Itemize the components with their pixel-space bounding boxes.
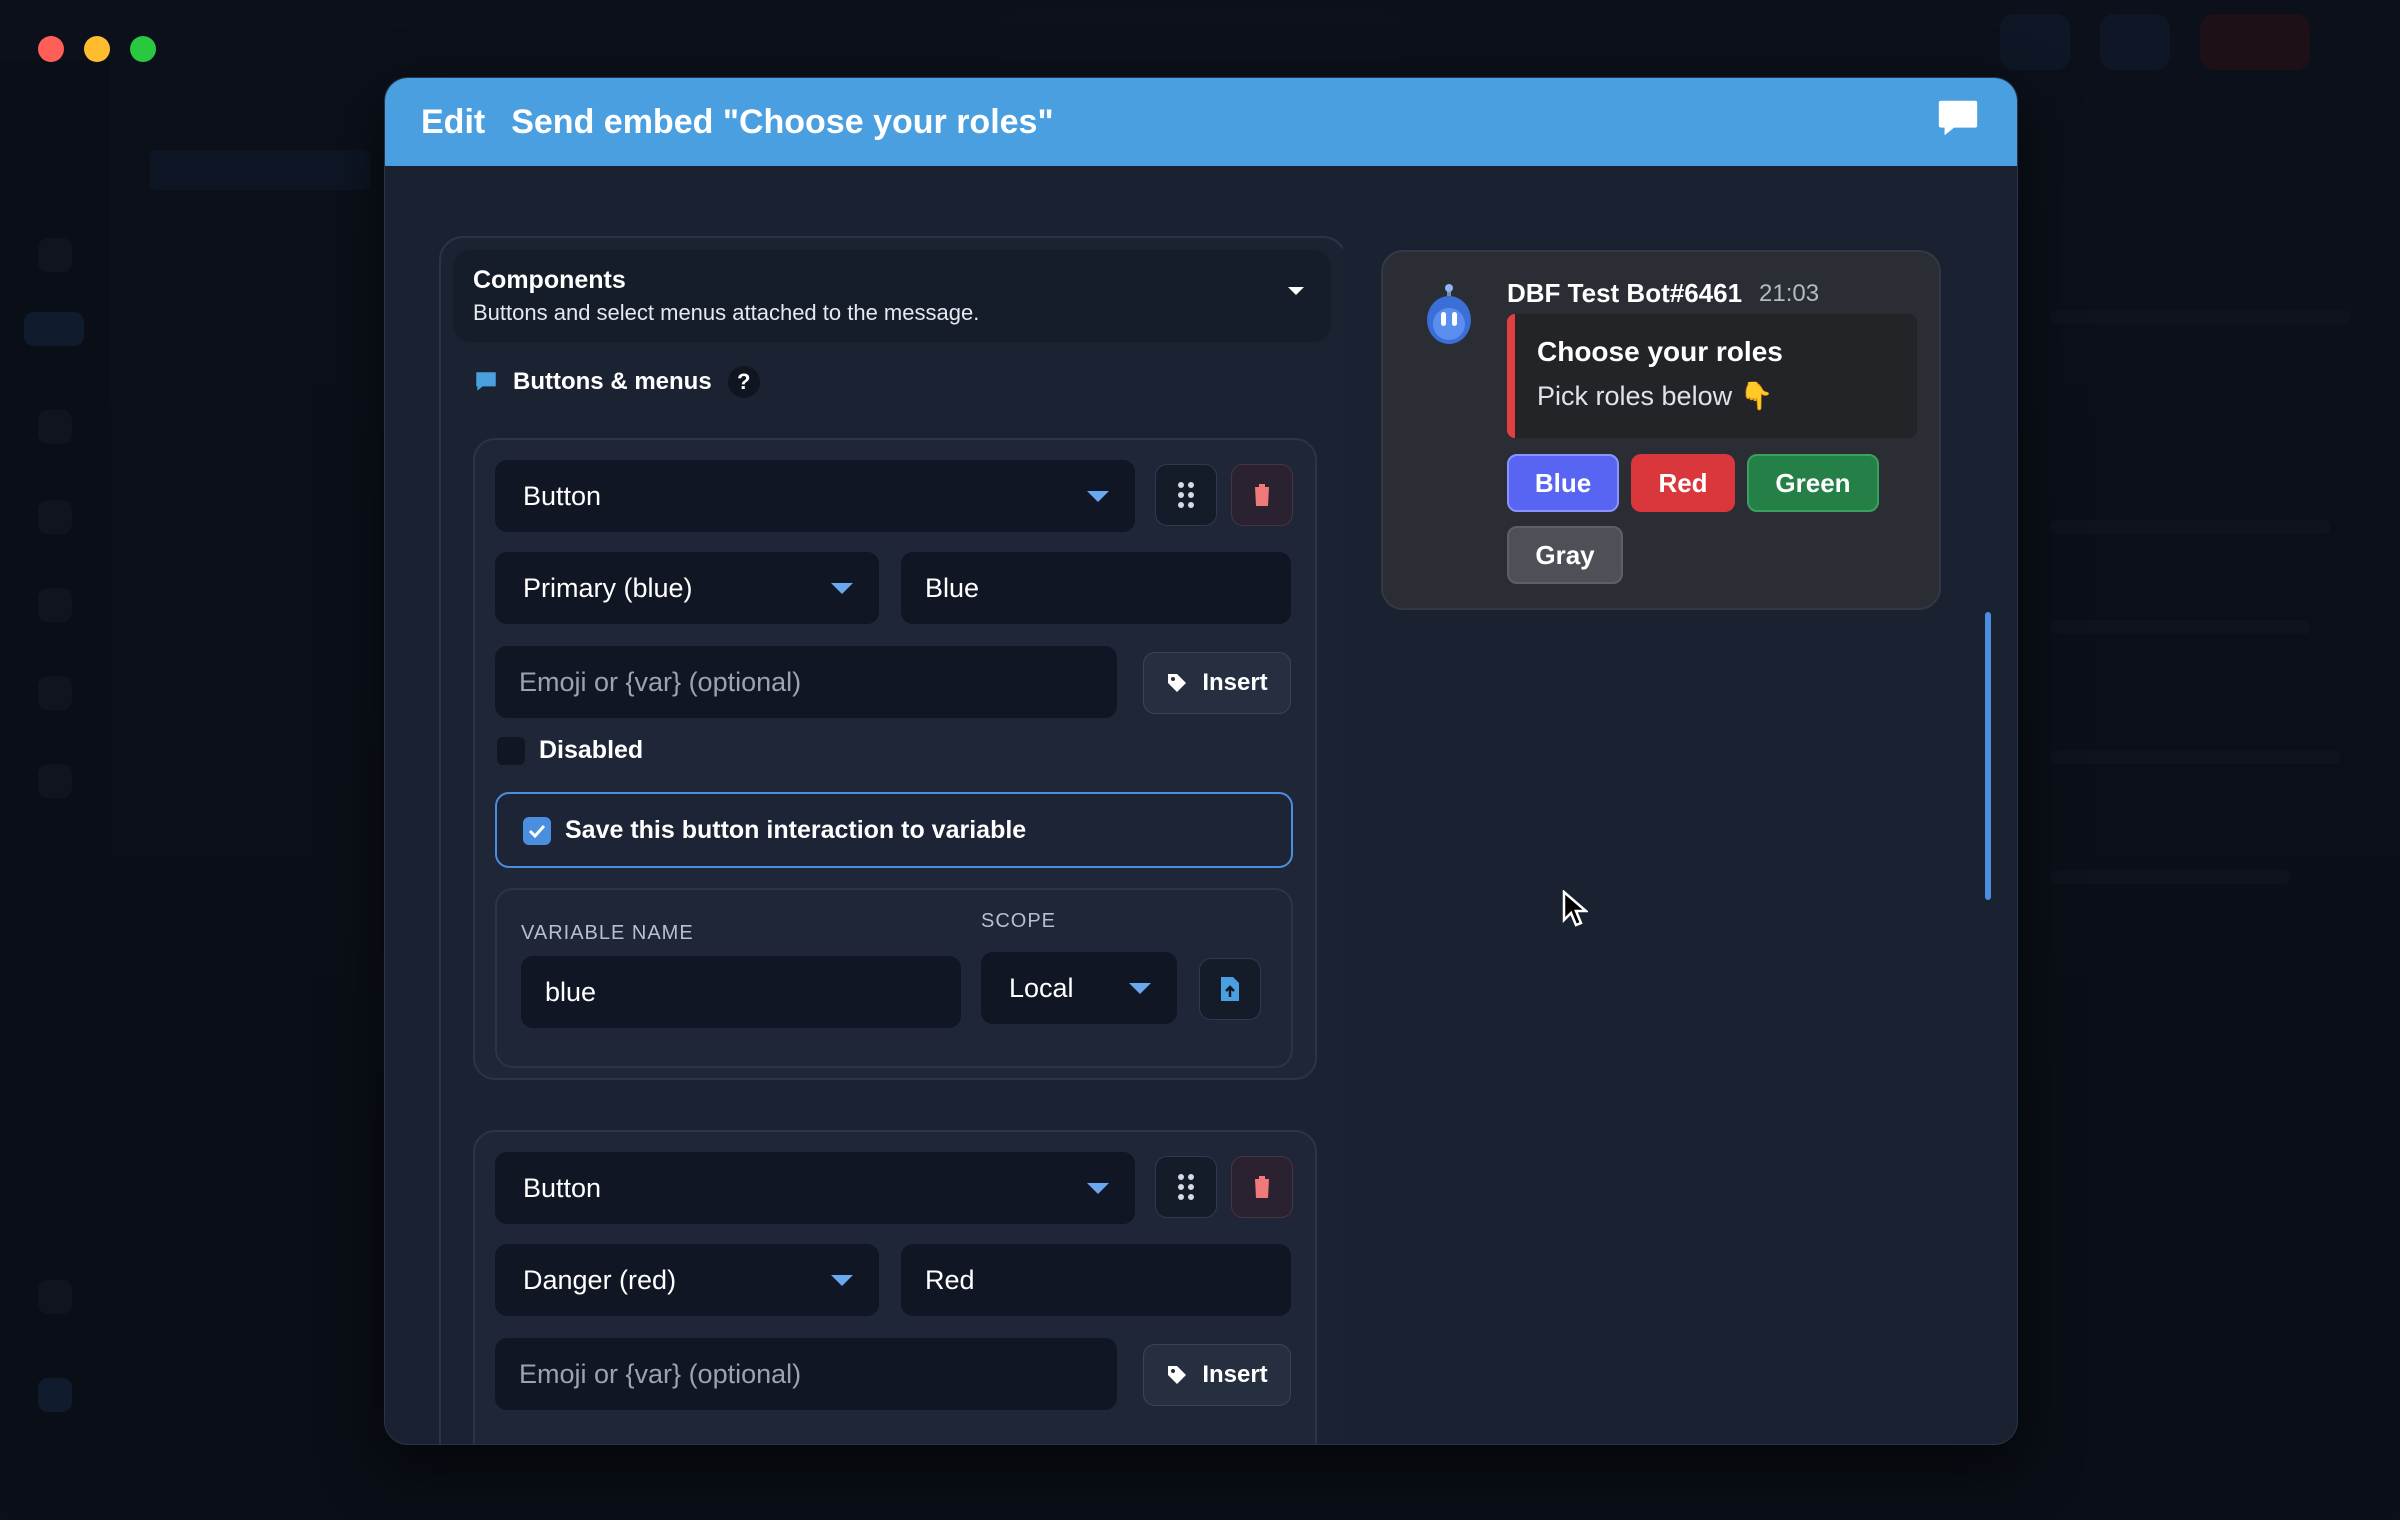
drag-handle-button[interactable]	[1155, 1156, 1217, 1218]
caret-down-icon	[831, 1275, 853, 1286]
insert-variable-button[interactable]: Insert	[1143, 1344, 1291, 1406]
insert-button-label: Insert	[1202, 1361, 1268, 1388]
emoji-input-placeholder: Emoji or {var} (optional)	[519, 1358, 802, 1389]
scrollbar[interactable]	[1985, 612, 1991, 900]
caret-down-icon	[1129, 983, 1151, 994]
emoji-input[interactable]: Emoji or {var} (optional)	[495, 646, 1117, 718]
button-label-value: Red	[925, 1264, 975, 1295]
check-icon	[528, 824, 546, 838]
components-header[interactable]: Components Buttons and select menus atta…	[453, 250, 1331, 342]
variable-name-input[interactable]: blue	[521, 956, 961, 1028]
component-type-value: Button	[523, 1172, 602, 1203]
drag-handle-button[interactable]	[1155, 464, 1217, 526]
help-icon[interactable]: ?	[727, 366, 760, 398]
window-zoom-button[interactable]	[130, 36, 156, 62]
button-style-value: Primary (blue)	[523, 572, 693, 603]
modal-header: Edit Send embed "Choose your roles"	[385, 78, 2017, 166]
tag-icon	[1166, 1364, 1188, 1386]
component-type-value: Button	[523, 480, 602, 511]
button-style-select[interactable]: Danger (red)	[495, 1244, 879, 1316]
component-card-2: Button Danger (red) Red Emoji or {var} (…	[473, 1130, 1317, 1444]
embed-card: Choose your roles Pick roles below 👇	[1507, 314, 1917, 438]
button-label-input[interactable]: Blue	[901, 552, 1291, 624]
chevron-down-icon[interactable]	[1285, 284, 1307, 303]
save-interaction-label: Save this button interaction to variable	[565, 816, 1027, 844]
delete-component-button[interactable]	[1231, 1156, 1293, 1218]
save-interaction-box[interactable]: Save this button interaction to variable	[495, 792, 1293, 868]
embed-description: Pick roles below 👇	[1537, 381, 1774, 411]
component-type-select[interactable]: Button	[495, 1152, 1135, 1224]
file-upload-icon	[1221, 977, 1239, 1001]
window-minimize-button[interactable]	[84, 36, 110, 62]
preview-button-gray[interactable]: Gray	[1507, 526, 1623, 584]
components-title: Components	[473, 266, 626, 294]
checkbox-box[interactable]	[497, 736, 525, 765]
delete-component-button[interactable]	[1231, 464, 1293, 526]
disabled-checkbox[interactable]: Disabled	[497, 736, 643, 765]
button-label-value: Blue	[925, 572, 980, 603]
grip-icon	[1178, 482, 1194, 508]
mouse-cursor-icon	[1562, 889, 1590, 933]
components-scroll-area[interactable]: Components Buttons and select menus atta…	[439, 236, 1343, 1444]
variable-name-label: VARIABLE NAME	[521, 922, 694, 944]
checkbox-checked[interactable]	[523, 816, 551, 845]
caret-down-icon	[1087, 1183, 1109, 1194]
preview-button-red[interactable]: Red	[1631, 454, 1735, 512]
emoji-input-placeholder: Emoji or {var} (optional)	[519, 666, 802, 697]
embed-title: Choose your roles	[1537, 336, 1783, 367]
emoji-input[interactable]: Emoji or {var} (optional)	[495, 1338, 1117, 1410]
save-interaction-checkbox[interactable]: Save this button interaction to variable	[523, 816, 1026, 845]
variable-name-value: blue	[545, 976, 597, 1007]
modal-title: Send embed "Choose your roles"	[511, 102, 1054, 141]
desktop: Edit Send embed "Choose your roles" Comp…	[0, 0, 2400, 1520]
bot-avatar	[1419, 284, 1479, 353]
caret-down-icon	[831, 583, 853, 594]
component-type-select[interactable]: Button	[495, 460, 1135, 532]
scope-label: SCOPE	[981, 910, 1057, 932]
trash-icon	[1253, 484, 1271, 506]
insert-variable-button[interactable]: Insert	[1143, 652, 1291, 714]
chat-bubble-icon[interactable]	[1935, 95, 1981, 150]
disabled-label: Disabled	[539, 736, 644, 764]
edit-modal: Edit Send embed "Choose your roles" Comp…	[384, 77, 2018, 1445]
button-style-select[interactable]: Primary (blue)	[495, 552, 879, 624]
buttons-menus-section: Buttons & menus ?	[473, 366, 760, 398]
message-icon	[476, 372, 496, 391]
variable-file-button[interactable]	[1199, 958, 1261, 1020]
preview-button-green[interactable]: Green	[1747, 454, 1879, 512]
variable-settings: VARIABLE NAME SCOPE blue Local	[495, 888, 1293, 1068]
component-card-1: Button Primary (blue) Blue Emoji or {var…	[473, 438, 1317, 1080]
tag-icon	[1166, 672, 1188, 694]
components-subtitle: Buttons and select menus attached to the…	[473, 300, 980, 325]
components-panel: Components Buttons and select menus atta…	[439, 236, 1343, 1444]
button-style-value: Danger (red)	[523, 1264, 677, 1295]
message-timestamp: 21:03	[1759, 280, 1820, 307]
scope-value: Local	[1009, 972, 1074, 1003]
caret-down-icon	[1087, 491, 1109, 502]
modal-header-prefix: Edit	[421, 102, 486, 141]
trash-icon	[1253, 1176, 1271, 1198]
grip-icon	[1178, 1174, 1194, 1200]
bot-name: DBF Test Bot#6461	[1507, 278, 1743, 308]
button-label-input[interactable]: Red	[901, 1244, 1291, 1316]
insert-button-label: Insert	[1202, 669, 1268, 696]
message-preview: DBF Test Bot#6461 21:03 Choose your role…	[1381, 250, 1941, 610]
window-close-button[interactable]	[38, 36, 64, 62]
buttons-menus-label: Buttons & menus	[513, 368, 712, 395]
scope-select[interactable]: Local	[981, 952, 1177, 1024]
preview-button-blue[interactable]: Blue	[1507, 454, 1619, 512]
